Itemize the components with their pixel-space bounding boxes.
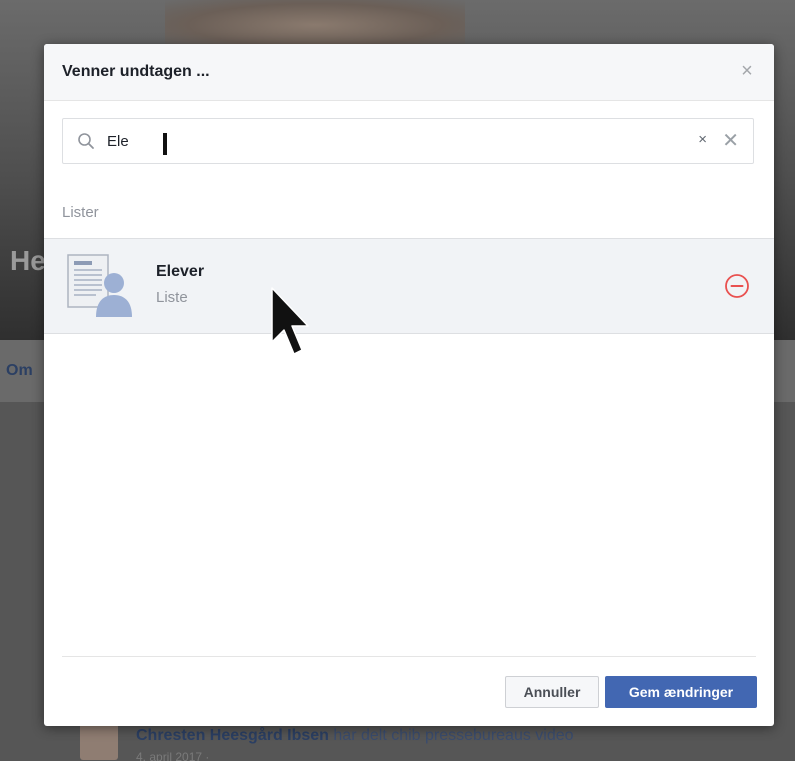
- friend-list-icon: [67, 254, 132, 317]
- post-action: har delt chib pressebureaus video: [328, 727, 574, 744]
- search-input[interactable]: [107, 129, 667, 153]
- profile-photo: [165, 0, 465, 50]
- profile-name: He: [10, 245, 46, 276]
- clear-search-icon[interactable]: ✕: [722, 128, 739, 153]
- post-author-avatar: [80, 722, 118, 760]
- post-author: Chresten Heesgård Ibsen: [136, 727, 329, 744]
- footer-divider: [62, 656, 756, 657]
- remove-circle-icon[interactable]: [724, 273, 750, 299]
- dialog-header: Venner undtagen ... ×: [44, 44, 774, 101]
- profile-nav-item: Om: [6, 362, 33, 379]
- list-name: Elever: [156, 263, 205, 280]
- custom-privacy-dialog: Venner undtagen ... × × ✕ Lister Elever …: [44, 44, 774, 726]
- section-label-lists: Lister: [62, 204, 99, 221]
- search-field[interactable]: × ✕: [62, 118, 754, 164]
- post-meta: 4. april 2017 ·: [136, 750, 210, 761]
- clear-token-icon[interactable]: ×: [698, 131, 707, 148]
- list-type: Liste: [156, 289, 188, 306]
- cancel-button[interactable]: Annuller: [505, 676, 599, 708]
- save-changes-button[interactable]: Gem ændringer: [605, 676, 757, 708]
- search-icon: [78, 133, 94, 149]
- post-headline: Chresten Heesgård Ibsen har delt chib pr…: [136, 727, 574, 745]
- text-caret: [163, 133, 167, 155]
- close-icon[interactable]: ×: [736, 60, 758, 82]
- list-item[interactable]: Elever Liste: [44, 238, 774, 334]
- dialog-title: Venner undtagen ...: [62, 63, 210, 80]
